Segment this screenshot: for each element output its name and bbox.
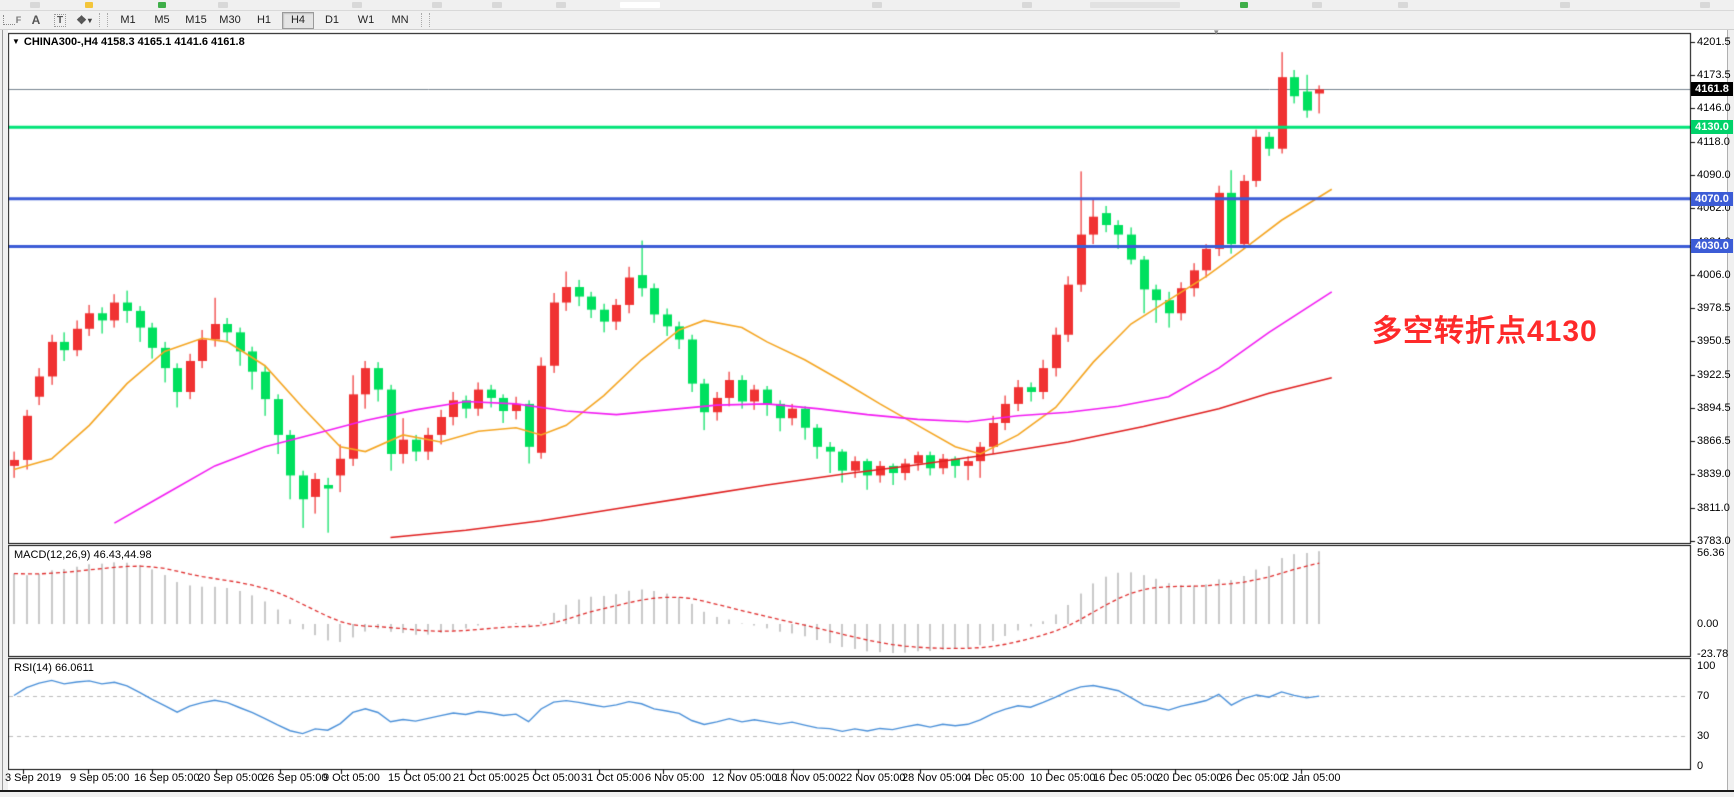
date-tick-label: 22 Nov 05:00 xyxy=(840,772,905,784)
price-tick-label: 4090.0 xyxy=(1697,169,1731,181)
price-tick-label: 3839.0 xyxy=(1697,468,1731,480)
price-tick-label: 3894.5 xyxy=(1697,402,1731,414)
rsi-indicator-label: RSI(14) 66.0611 xyxy=(14,662,94,674)
date-tick-label: 31 Oct 05:00 xyxy=(581,772,644,784)
macd-indicator-label: MACD(12,26,9) 46.43,44.98 xyxy=(14,549,152,561)
chart-annotation-text: 多空转折点4130 xyxy=(1372,306,1598,350)
date-tick-label: 20 Sep 05:00 xyxy=(198,772,263,784)
terminal-panel-edge xyxy=(0,790,1734,797)
date-tick-label: 6 Nov 05:00 xyxy=(645,772,704,784)
chart-shift-marker-icon[interactable]: ▾ xyxy=(1214,27,1219,38)
price-tick-label: 3866.5 xyxy=(1697,435,1731,447)
chart-title: ▼ CHINA300-,H4 4158.3 4165.1 4141.6 4161.… xyxy=(12,36,245,48)
date-tick-label: 10 Dec 05:00 xyxy=(1030,772,1095,784)
price-badge-4161-8: 4161.8 xyxy=(1691,82,1733,96)
date-tick-label: 21 Oct 05:00 xyxy=(453,772,516,784)
date-tick-label: 2 Jan 05:00 xyxy=(1283,772,1341,784)
date-tick-label: 16 Sep 05:00 xyxy=(134,772,199,784)
date-tick-label: 9 Sep 05:00 xyxy=(70,772,129,784)
rsi-tick-label: 30 xyxy=(1697,730,1709,742)
rsi-tick-label: 100 xyxy=(1697,660,1715,672)
price-tick-label: 4006.0 xyxy=(1697,269,1731,281)
price-tick-label: 3978.5 xyxy=(1697,302,1731,314)
date-tick-label: 12 Nov 05:00 xyxy=(712,772,777,784)
date-tick-label: 28 Nov 05:00 xyxy=(902,772,967,784)
date-tick-label: 16 Dec 05:00 xyxy=(1093,772,1158,784)
chart-title-text: CHINA300-,H4 4158.3 4165.1 4141.6 4161.8 xyxy=(24,36,245,48)
date-tick-label: 18 Nov 05:00 xyxy=(775,772,840,784)
price-tick-label: 3950.5 xyxy=(1697,335,1731,347)
date-tick-label: 3 Sep 2019 xyxy=(5,772,61,784)
price-tick-label: 4146.0 xyxy=(1697,102,1731,114)
price-tick-label: 3783.0 xyxy=(1697,535,1731,547)
date-tick-label: 25 Oct 05:00 xyxy=(517,772,580,784)
price-tick-label: 4173.5 xyxy=(1697,69,1731,81)
rsi-tick-label: 70 xyxy=(1697,690,1709,702)
window-left-border xyxy=(0,30,8,791)
price-badge-4030-0: 4030.0 xyxy=(1691,239,1733,253)
price-tick-label: 4201.5 xyxy=(1697,36,1731,48)
mt4-terminal: F A T ❖▾ M1M5M15M30H1H4D1W1MN ▼CHINA300-… xyxy=(0,0,1734,797)
price-badge-4070-0: 4070.0 xyxy=(1691,192,1733,206)
price-tick-label: 3922.5 xyxy=(1697,369,1731,381)
macd-tick-label: -23.78 xyxy=(1697,648,1728,660)
chart-canvas[interactable] xyxy=(0,0,1734,797)
date-tick-label: 26 Dec 05:00 xyxy=(1220,772,1285,784)
price-badge-4130-0: 4130.0 xyxy=(1691,120,1733,134)
date-tick-label: 20 Dec 05:00 xyxy=(1157,772,1222,784)
symbol-dropdown-icon[interactable]: ▼ xyxy=(12,37,20,46)
date-tick-label: 26 Sep 05:00 xyxy=(262,772,327,784)
macd-tick-label: 0.00 xyxy=(1697,618,1718,630)
date-tick-label: 15 Oct 05:00 xyxy=(388,772,451,784)
price-tick-label: 4118.0 xyxy=(1697,136,1730,148)
date-tick-label: 4 Dec 05:00 xyxy=(965,772,1024,784)
price-tick-label: 3811.0 xyxy=(1697,502,1730,514)
rsi-tick-label: 0 xyxy=(1697,760,1703,772)
date-tick-label: 9 Oct 05:00 xyxy=(323,772,380,784)
macd-tick-label: 56.36 xyxy=(1697,547,1725,559)
